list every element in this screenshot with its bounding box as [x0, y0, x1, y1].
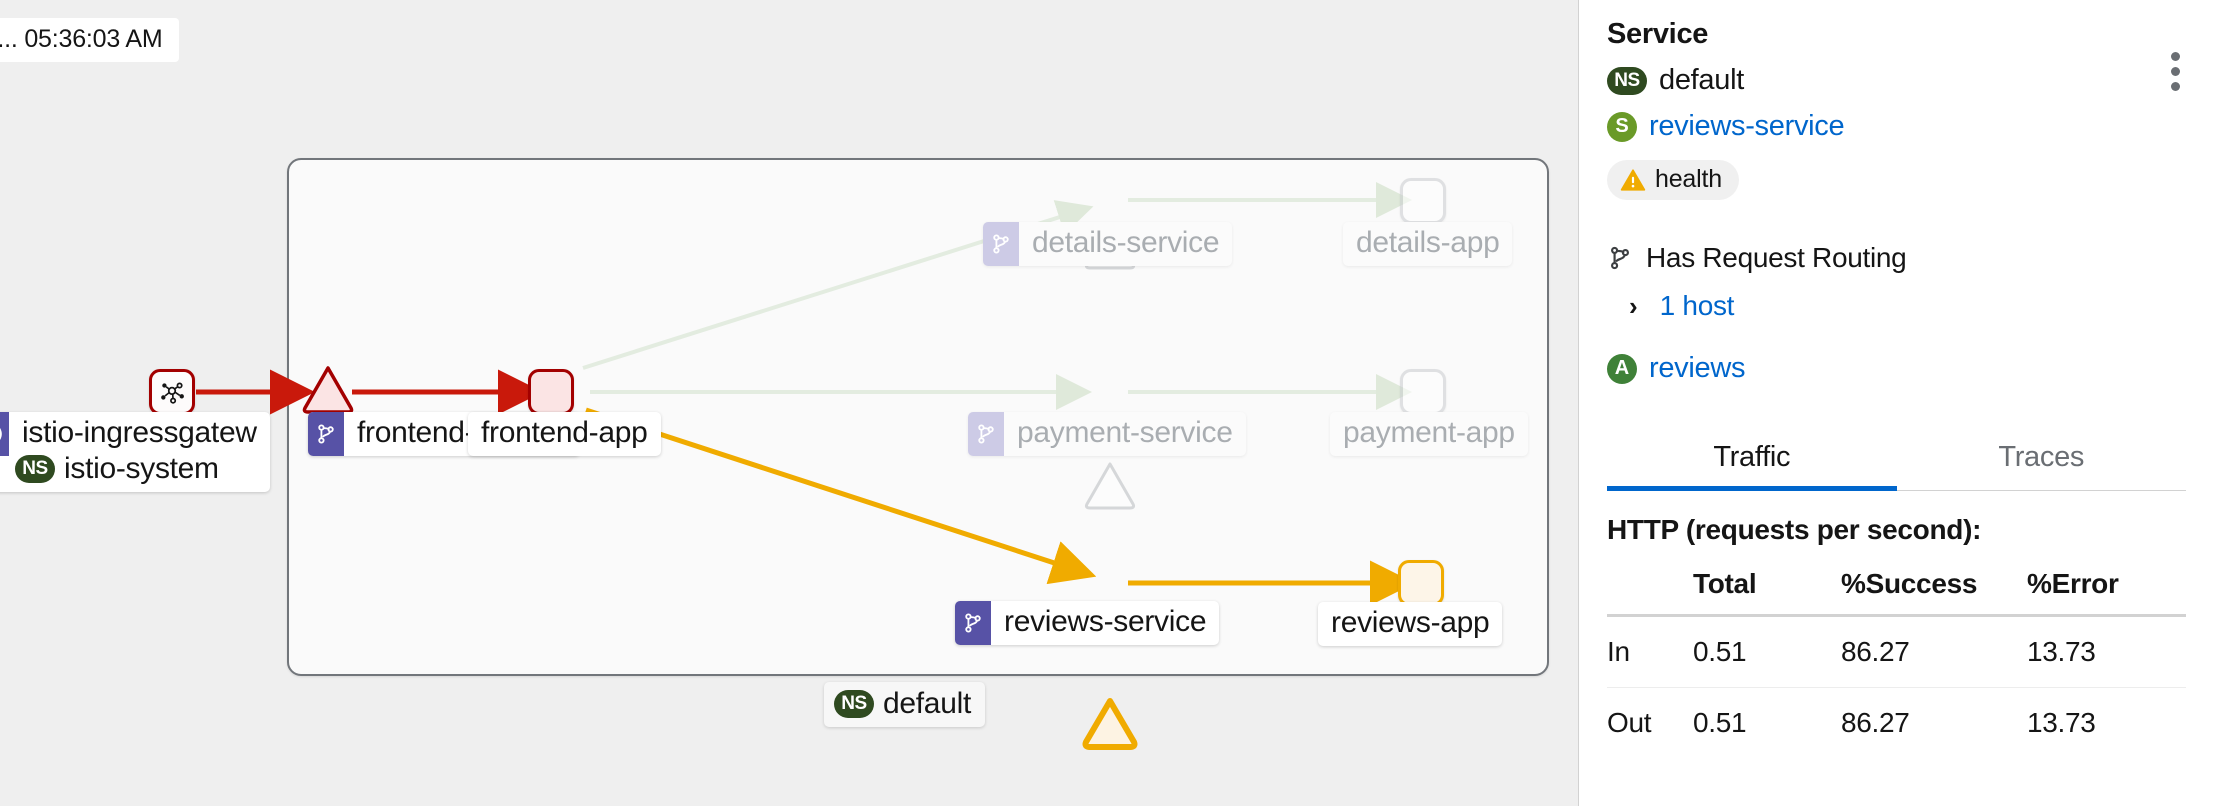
kebab-dot — [2171, 52, 2180, 61]
tab-traffic[interactable]: Traffic — [1607, 429, 1897, 491]
code-branch-icon — [955, 601, 991, 645]
panel-workload-row[interactable]: A reviews — [1607, 352, 2186, 385]
column-header-direction — [1607, 558, 1693, 616]
warning-triangle-icon — [1620, 168, 1646, 191]
graph-timestamp-chip: M ... 05:36:03 AM — [0, 18, 179, 62]
code-branch-icon — [308, 412, 344, 456]
namespace-badge-icon: NS — [834, 690, 874, 718]
table-row: In 0.51 86.27 13.73 — [1607, 615, 2186, 688]
hosts-count-link[interactable]: 1 host — [1660, 290, 1735, 322]
node-sublabel-istio-system: istio-system — [64, 452, 219, 485]
detail-side-panel: Service NS default S reviews-service hea… — [1578, 0, 2214, 806]
namespace-badge-istio-system: NS — [15, 455, 55, 483]
health-badge-label: health — [1655, 165, 1722, 193]
node-label-frontend-app[interactable]: frontend-app — [468, 412, 661, 456]
node-istio-ingressgateway[interactable] — [149, 369, 195, 415]
health-status-badge[interactable]: health — [1607, 160, 1739, 200]
cell-direction: In — [1607, 615, 1693, 688]
kiali-graph-page: M ... 05:36:03 AM — [0, 0, 2214, 806]
node-reviews-app[interactable] — [1398, 560, 1444, 606]
namespace-label-default[interactable]: NS default — [824, 682, 985, 727]
panel-service-row[interactable]: S reviews-service — [1607, 110, 2186, 143]
code-branch-icon — [983, 222, 1019, 266]
node-details-app[interactable] — [1400, 178, 1446, 224]
chevron-right-icon[interactable]: › — [1629, 291, 1638, 322]
traffic-table: Total %Success %Error In 0.51 86.27 13.7… — [1607, 558, 2186, 758]
cell-total: 0.51 — [1693, 707, 1747, 738]
panel-namespace-row: NS default — [1607, 64, 2186, 97]
code-branch-icon — [968, 412, 1004, 456]
traffic-section-title: HTTP (requests per second): — [1607, 514, 1982, 545]
node-frontend-app[interactable] — [528, 369, 574, 415]
cell-success: 86.27 — [1841, 707, 1910, 738]
column-header-success: %Success — [1841, 568, 1978, 599]
node-label-reviews-app[interactable]: reviews-app — [1318, 602, 1503, 646]
column-header-error: %Error — [2027, 568, 2119, 599]
ingress-arrow-icon — [0, 412, 9, 456]
node-label-payment-service[interactable]: payment-service — [968, 412, 1246, 456]
node-payment-app[interactable] — [1400, 369, 1446, 415]
node-label-reviews-service[interactable]: reviews-service — [955, 601, 1220, 645]
cell-error: 13.73 — [2027, 615, 2186, 688]
cell-direction: Out — [1607, 707, 1652, 738]
kebab-menu-button[interactable] — [2171, 52, 2180, 91]
node-label-payment-app[interactable]: payment-app — [1330, 412, 1528, 456]
request-routing-label: Has Request Routing — [1646, 242, 1907, 273]
panel-title: Service — [1607, 18, 1709, 50]
node-label-text-payment-service: payment-service — [1017, 416, 1233, 449]
panel-namespace-name: default — [1659, 64, 1744, 96]
kebab-dot — [2171, 67, 2180, 76]
request-routing-row: Has Request Routing — [1607, 242, 2186, 274]
node-label-text-details-service: details-service — [1032, 226, 1220, 259]
cell-total: 0.51 — [1693, 615, 1841, 688]
column-header-total: Total — [1693, 568, 1757, 599]
node-label-text-istio-ingressgateway: istio-ingressgatew — [22, 416, 257, 449]
namespace-label-text: default — [883, 687, 971, 720]
tab-traces[interactable]: Traces — [1897, 429, 2187, 490]
node-label-text-reviews-app: reviews-app — [1331, 606, 1490, 639]
node-label-text-frontend-app: frontend-app — [481, 416, 648, 449]
node-label-details-service[interactable]: details-service — [983, 222, 1233, 266]
service-graph-canvas[interactable]: M ... 05:36:03 AM — [0, 0, 1578, 806]
panel-tabs: Traffic Traces — [1607, 429, 2186, 491]
panel-service-name-link[interactable]: reviews-service — [1649, 110, 1845, 143]
code-branch-icon — [1611, 246, 1629, 270]
node-label-text-payment-app: payment-app — [1343, 416, 1515, 449]
cell-success: 86.27 — [1841, 615, 2027, 688]
node-reviews-service[interactable] — [1080, 696, 1138, 750]
node-frontend-service[interactable] — [300, 364, 354, 414]
namespace-badge-icon: NS — [1607, 66, 1647, 95]
node-label-text-details-app: details-app — [1356, 226, 1500, 259]
kebab-dot — [2171, 82, 2180, 91]
node-payment-service[interactable] — [1082, 460, 1136, 510]
table-header-row: Total %Success %Error — [1607, 558, 2186, 616]
cell-error: 13.73 — [2027, 707, 2096, 738]
hosts-expander-row[interactable]: › 1 host — [1607, 290, 2186, 322]
app-badge-icon: A — [1607, 353, 1637, 384]
node-label-istio-ingressgateway[interactable]: istio-ingressgatew NS istio-system — [0, 412, 270, 492]
panel-workload-name-link[interactable]: reviews — [1649, 352, 1746, 385]
table-row: Out 0.51 86.27 13.73 — [1607, 688, 2186, 759]
service-badge-icon: S — [1607, 111, 1637, 142]
mesh-icon — [161, 382, 184, 404]
node-label-details-app[interactable]: details-app — [1343, 222, 1513, 266]
node-label-text-reviews-service: reviews-service — [1004, 605, 1207, 638]
